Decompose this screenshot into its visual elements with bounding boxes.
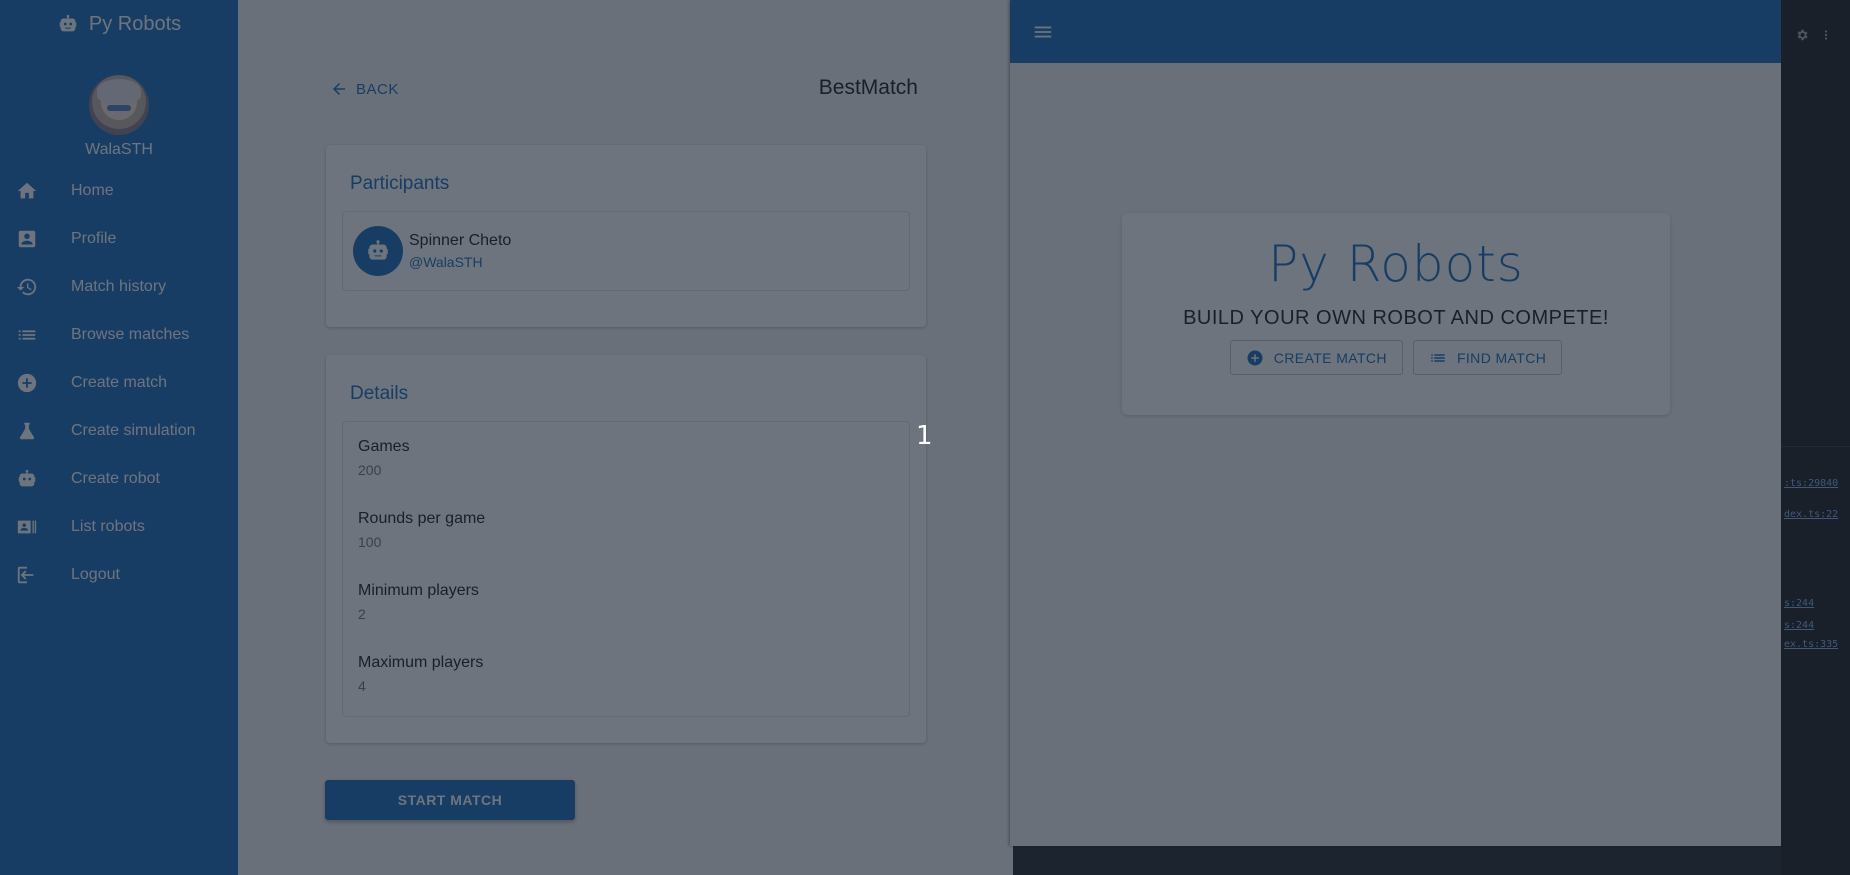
badge-list-icon — [17, 520, 37, 534]
list-icon — [18, 330, 36, 340]
sidebar-item-label: Browse matches — [71, 326, 190, 343]
detail-minimum-players: Minimum players 2 — [343, 572, 909, 644]
sidebar-item-create-robot[interactable]: Create robot — [0, 455, 238, 503]
console-source-link[interactable]: dex.ts:22 — [1784, 509, 1838, 520]
detail-value: 100 — [358, 534, 382, 550]
sidebar-item-logout[interactable]: Logout — [0, 551, 238, 599]
sidebar-item-label: Match history — [71, 278, 167, 295]
console-source-link[interactable]: :ts:29840 — [1784, 478, 1838, 489]
sidebar-item-label: Create match — [71, 374, 168, 391]
hero-tagline: BUILD YOUR OWN ROBOT AND COMPETE! — [1183, 307, 1609, 329]
sidebar-item-label: Logout — [71, 566, 120, 583]
right-app-window: Py Robots BUILD YOUR OWN ROBOT AND COMPE… — [1010, 0, 1781, 846]
brand-name: Py Robots — [88, 12, 182, 35]
add-circle-icon — [1247, 350, 1263, 365]
list-icon — [1431, 353, 1445, 362]
sidebar-item-label: List robots — [71, 518, 145, 535]
list-item[interactable]: Spinner Cheto @WalaSTH — [343, 212, 909, 290]
hero-card: Py Robots BUILD YOUR OWN ROBOT AND COMPE… — [1122, 213, 1670, 415]
brand[interactable]: Py Robots — [0, 0, 238, 48]
left-app-window: Py Robots WalaSTH Home Profile Match his… — [0, 0, 1013, 875]
back-button[interactable]: BACK — [330, 80, 399, 98]
participant-avatar — [353, 226, 403, 276]
robot-icon — [18, 469, 36, 487]
start-match-button[interactable]: START MATCH — [325, 780, 575, 820]
sidebar-item-list-robots[interactable]: List robots — [0, 503, 238, 551]
sidebar-item-match-history[interactable]: Match history — [0, 263, 238, 311]
detail-value: 200 — [358, 462, 382, 478]
sidebar-item-create-simulation[interactable]: Create simulation — [0, 407, 238, 455]
detail-label: Games — [358, 438, 410, 455]
step-marker: 1 — [916, 421, 933, 451]
hero-actions: CREATE MATCH FIND MATCH — [1122, 340, 1670, 375]
participants-list: Spinner Cheto @WalaSTH — [342, 211, 910, 291]
details-card: Details Games 200 Rounds per game 100 Mi… — [326, 355, 926, 743]
account-box-icon — [18, 230, 36, 248]
detail-label: Rounds per game — [358, 510, 486, 527]
find-match-button[interactable]: FIND MATCH — [1412, 340, 1563, 375]
devtools-panel: :ts:29840 dex.ts:22 s:244 s:244 ex.ts:33… — [1781, 0, 1850, 875]
sidebar-item-create-match[interactable]: Create match — [0, 359, 238, 407]
user-avatar[interactable] — [89, 75, 149, 135]
participants-heading: Participants — [350, 173, 450, 194]
participant-name: Spinner Cheto — [409, 232, 512, 249]
logout-icon — [17, 566, 34, 584]
match-detail-page: BACK BestMatch Participants Spinner Chet… — [238, 0, 1013, 875]
back-label: BACK — [356, 80, 399, 98]
participant-handle[interactable]: @WalaSTH — [409, 254, 511, 270]
sidebar-item-home[interactable]: Home — [0, 167, 238, 215]
robot-logo-icon — [59, 14, 77, 32]
detail-label: Maximum players — [358, 654, 484, 671]
sidebar-item-label: Create simulation — [71, 422, 196, 439]
details-heading: Details — [350, 383, 409, 404]
top-app-bar — [1010, 0, 1781, 63]
sidebar-item-profile[interactable]: Profile — [0, 215, 238, 263]
participants-card: Participants Spinner Cheto @WalaSTH — [326, 145, 926, 327]
robot-icon — [368, 240, 388, 260]
console-source-link[interactable]: s:244 — [1784, 598, 1814, 609]
sidebar-nav: Home Profile Match history Browse matche… — [0, 167, 238, 599]
detail-label: Minimum players — [358, 582, 479, 599]
find-match-label: FIND MATCH — [1456, 349, 1547, 366]
page-title: BestMatch — [818, 76, 918, 99]
sidebar: Py Robots WalaSTH Home Profile Match his… — [0, 0, 238, 875]
menu-icon[interactable] — [1032, 21, 1054, 43]
sidebar-item-browse-matches[interactable]: Browse matches — [0, 311, 238, 359]
console-source-link[interactable]: s:244 — [1784, 620, 1814, 631]
detail-maximum-players: Maximum players 4 — [343, 644, 909, 716]
create-match-button[interactable]: CREATE MATCH — [1229, 340, 1403, 375]
gear-icon[interactable] — [1795, 28, 1809, 42]
details-list: Games 200 Rounds per game 100 Minimum pl… — [342, 421, 910, 717]
console-source-link[interactable]: ex.ts:335 — [1784, 639, 1838, 650]
more-vert-icon[interactable] — [1819, 28, 1833, 42]
arrow-left-icon — [333, 83, 345, 95]
detail-games: Games 200 — [343, 428, 909, 500]
history-icon — [16, 278, 37, 296]
home-icon — [17, 182, 37, 199]
detail-value: 2 — [358, 606, 366, 622]
create-match-label: CREATE MATCH — [1273, 349, 1387, 366]
add-circle-icon — [17, 373, 37, 393]
flask-icon — [19, 422, 35, 440]
username: WalaSTH — [85, 141, 153, 158]
sidebar-item-label: Profile — [71, 230, 117, 247]
hero-title: Py Robots — [1268, 235, 1524, 293]
detail-rounds-per-game: Rounds per game 100 — [343, 500, 909, 572]
detail-value: 4 — [358, 678, 366, 694]
sidebar-item-label: Home — [71, 182, 114, 199]
sidebar-item-label: Create robot — [71, 470, 160, 487]
